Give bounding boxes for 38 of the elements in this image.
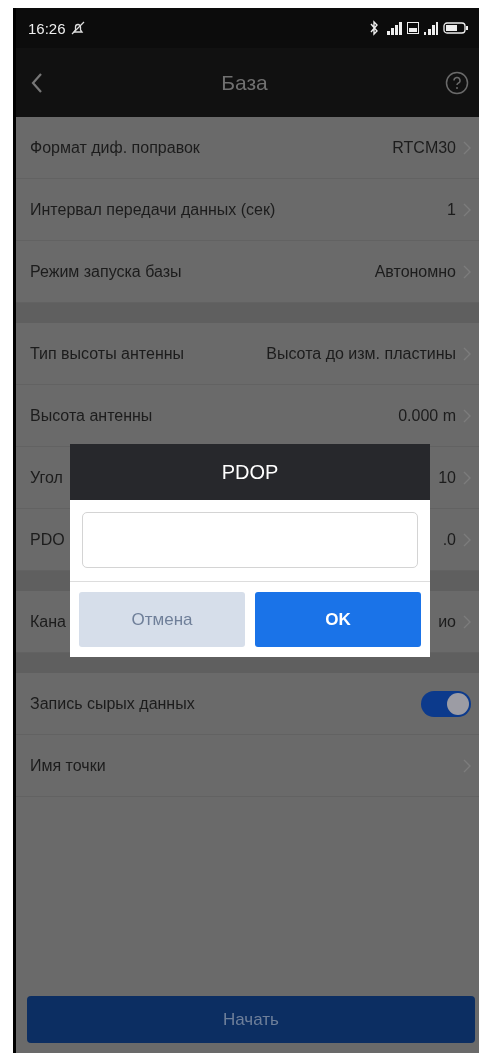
start-button[interactable]: Начать: [27, 996, 475, 1043]
row-value: RTCM30: [392, 138, 456, 157]
row-value: 1: [447, 200, 456, 219]
bluetooth-icon: [369, 20, 379, 36]
row-value: 0.000 m: [398, 406, 456, 425]
battery-icon: [443, 21, 469, 35]
dialog-title: PDOP: [70, 444, 430, 500]
ok-button[interactable]: OK: [255, 592, 421, 647]
settings-row[interactable]: Тип высоты антенны Высота до изм. пластины: [16, 323, 479, 385]
row-value: 10: [438, 468, 456, 487]
settings-row[interactable]: Режим запуска базы Автономно: [16, 241, 479, 303]
toggle-switch[interactable]: [421, 690, 471, 717]
input-field[interactable]: [82, 512, 418, 568]
row-value: .0: [442, 530, 456, 549]
row-label: Имя точки: [30, 756, 106, 775]
row-label: Угол: [30, 468, 63, 487]
row-label: Тип высоты антенны: [30, 344, 185, 363]
row-label: Высота антенны: [30, 406, 153, 425]
settings-row[interactable]: Формат диф. поправок RTCM30: [16, 117, 479, 179]
row-value: Автономно: [374, 262, 456, 281]
settings-row[interactable]: Интервал передачи данных (сек) 1: [16, 179, 479, 241]
row-value: Высота до изм. пластины: [266, 344, 456, 363]
row-label: Интервал передачи данных (сек): [30, 200, 276, 219]
help-icon: [445, 70, 469, 95]
muted-bell-icon: [69, 20, 86, 36]
settings-row[interactable]: Запись сырых данных: [16, 673, 479, 735]
signal-icon: [423, 21, 439, 35]
row-label: PDO: [30, 530, 65, 549]
row-label: Формат диф. поправок: [30, 138, 200, 157]
status-time: 16:26: [28, 19, 66, 37]
row-label: Запись сырых данных: [30, 694, 195, 713]
settings-row[interactable]: Имя точки: [16, 735, 479, 797]
cancel-button[interactable]: Отмена: [79, 592, 245, 647]
row-label: Режим запуска базы: [30, 262, 182, 281]
row-label: Кана: [30, 612, 66, 631]
page-title: База: [221, 70, 268, 95]
back-icon: [30, 71, 44, 94]
row-value: ио: [438, 612, 456, 631]
